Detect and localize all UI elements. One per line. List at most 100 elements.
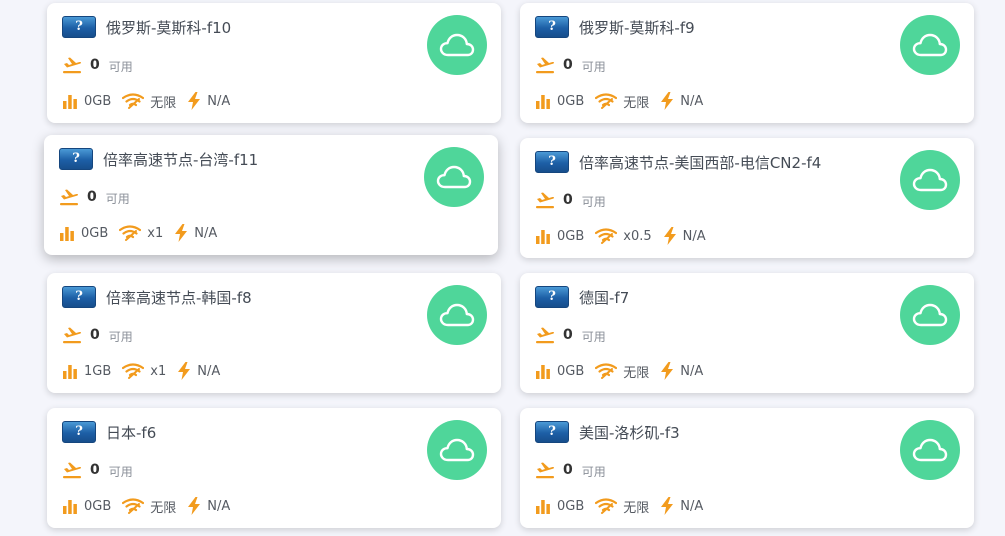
- signal-icon: [122, 93, 145, 109]
- traffic-value: 0GB: [557, 93, 585, 109]
- flight-departure-icon: [62, 326, 82, 344]
- stats-row: 0GB 无限 N/A: [62, 496, 241, 516]
- traffic-value: 0GB: [84, 93, 112, 109]
- bar-chart-icon: [535, 498, 551, 514]
- cloud-icon[interactable]: [424, 147, 484, 207]
- rate-value: x1: [147, 225, 164, 241]
- cloud-icon[interactable]: [900, 15, 960, 75]
- flight-departure-icon: [59, 188, 79, 206]
- cloud-icon[interactable]: [427, 285, 487, 345]
- node-card[interactable]: ? 倍率高速节点-美国西部-电信CN2-f4 0 可用 0GB x0.5 N/A: [520, 138, 974, 258]
- speed-value: N/A: [194, 225, 218, 241]
- node-name: 德国-f7: [579, 289, 630, 307]
- speed-value: N/A: [680, 93, 704, 109]
- available-label: 可用: [581, 330, 606, 344]
- speed-value: N/A: [680, 498, 704, 514]
- bar-chart-icon: [62, 93, 78, 109]
- lightning-icon: [660, 362, 674, 380]
- unknown-flag-icon: ?: [59, 148, 93, 170]
- bar-chart-icon: [62, 363, 78, 379]
- rate-value: x1: [150, 363, 167, 379]
- cloud-icon[interactable]: [900, 150, 960, 210]
- node-name: 俄罗斯-莫斯科-f9: [579, 19, 695, 37]
- lightning-icon: [174, 224, 188, 242]
- flight-departure-icon: [535, 191, 555, 209]
- flight-departure-icon: [62, 461, 82, 479]
- speed-value: N/A: [197, 363, 221, 379]
- unknown-flag-icon: ?: [535, 151, 569, 173]
- rate-value: 无限: [150, 95, 177, 111]
- speed-value: N/A: [207, 498, 231, 514]
- stats-row: 0GB 无限 N/A: [62, 91, 241, 111]
- available-label: 可用: [108, 60, 133, 74]
- online-row: 0 可用: [62, 55, 133, 75]
- online-row: 0 可用: [62, 325, 133, 345]
- lightning-icon: [660, 497, 674, 515]
- rate-value: x0.5: [623, 228, 652, 244]
- traffic-value: 0GB: [81, 225, 109, 241]
- stats-row: 0GB 无限 N/A: [535, 361, 714, 381]
- bar-chart-icon: [535, 228, 551, 244]
- node-card[interactable]: ? 倍率高速节点-韩国-f8 0 可用 1GB x1 N/A: [47, 273, 501, 393]
- node-card[interactable]: ? 德国-f7 0 可用 0GB 无限 N/A: [520, 273, 974, 393]
- signal-icon: [119, 225, 142, 241]
- online-count: 0: [563, 192, 573, 208]
- lightning-icon: [660, 92, 674, 110]
- bar-chart-icon: [535, 363, 551, 379]
- signal-icon: [595, 93, 618, 109]
- stats-row: 0GB 无限 N/A: [535, 91, 714, 111]
- lightning-icon: [187, 92, 201, 110]
- lightning-icon: [663, 227, 677, 245]
- cloud-icon[interactable]: [900, 420, 960, 480]
- flight-departure-icon: [62, 56, 82, 74]
- node-card[interactable]: ? 俄罗斯-莫斯科-f9 0 可用 0GB 无限 N/A: [520, 3, 974, 123]
- node-name: 倍率高速节点-韩国-f8: [106, 289, 252, 307]
- cloud-icon[interactable]: [900, 285, 960, 345]
- online-count: 0: [563, 327, 573, 343]
- lightning-icon: [187, 497, 201, 515]
- available-label: 可用: [108, 465, 133, 479]
- lightning-icon: [177, 362, 191, 380]
- unknown-flag-icon: ?: [62, 286, 96, 308]
- node-card[interactable]: ? 倍率高速节点-台湾-f11 0 可用 0GB x1 N/A: [44, 135, 498, 255]
- unknown-flag-icon: ?: [62, 16, 96, 38]
- traffic-value: 1GB: [84, 363, 112, 379]
- signal-icon: [595, 228, 618, 244]
- online-count: 0: [563, 462, 573, 478]
- speed-value: N/A: [682, 228, 706, 244]
- online-count: 0: [563, 57, 573, 73]
- online-count: 0: [87, 189, 97, 205]
- flight-departure-icon: [535, 461, 555, 479]
- cloud-icon[interactable]: [427, 420, 487, 480]
- online-row: 0 可用: [62, 460, 133, 480]
- online-count: 0: [90, 462, 100, 478]
- bar-chart-icon: [59, 225, 75, 241]
- cloud-icon[interactable]: [427, 15, 487, 75]
- signal-icon: [122, 363, 145, 379]
- node-card[interactable]: ? 日本-f6 0 可用 0GB 无限 N/A: [47, 408, 501, 528]
- rate-value: 无限: [623, 365, 650, 381]
- stats-row: 0GB x0.5 N/A: [535, 226, 717, 246]
- online-row: 0 可用: [535, 460, 606, 480]
- speed-value: N/A: [207, 93, 231, 109]
- signal-icon: [122, 498, 145, 514]
- node-name: 倍率高速节点-美国西部-电信CN2-f4: [579, 154, 822, 172]
- unknown-flag-icon: ?: [535, 421, 569, 443]
- unknown-flag-icon: ?: [62, 421, 96, 443]
- bar-chart-icon: [535, 93, 551, 109]
- node-name: 俄罗斯-莫斯科-f10: [106, 19, 232, 37]
- flight-departure-icon: [535, 326, 555, 344]
- available-label: 可用: [581, 195, 606, 209]
- rate-value: 无限: [623, 500, 650, 516]
- signal-icon: [595, 498, 618, 514]
- available-label: 可用: [108, 330, 133, 344]
- online-count: 0: [90, 327, 100, 343]
- traffic-value: 0GB: [557, 498, 585, 514]
- stats-row: 0GB 无限 N/A: [535, 496, 714, 516]
- flight-departure-icon: [535, 56, 555, 74]
- traffic-value: 0GB: [84, 498, 112, 514]
- available-label: 可用: [105, 192, 130, 206]
- node-card[interactable]: ? 美国-洛杉矶-f3 0 可用 0GB 无限 N/A: [520, 408, 974, 528]
- unknown-flag-icon: ?: [535, 16, 569, 38]
- node-card[interactable]: ? 俄罗斯-莫斯科-f10 0 可用 0GB 无限 N/A: [47, 3, 501, 123]
